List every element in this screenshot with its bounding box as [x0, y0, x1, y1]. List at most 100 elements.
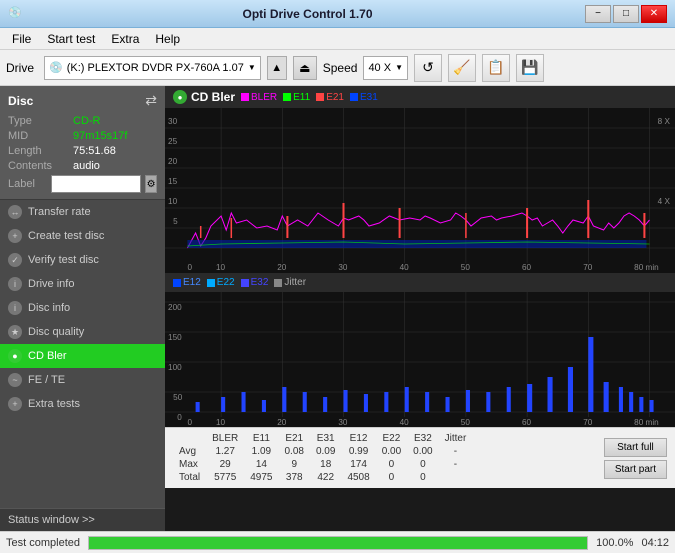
- svg-text:70: 70: [583, 263, 593, 272]
- progress-bar: [89, 537, 587, 549]
- legend-e21: E21: [316, 92, 344, 103]
- svg-text:0: 0: [187, 263, 192, 272]
- avg-bler: 1.27: [206, 445, 244, 458]
- disc-type-label: Type: [8, 115, 73, 127]
- stats-row-avg: Avg 1.27 1.09 0.08 0.09 0.99 0.00 0.00 -: [173, 445, 472, 458]
- legend-e22-label: E22: [217, 277, 235, 288]
- sidebar-item-verify-test-disc[interactable]: ✓ Verify test disc: [0, 248, 165, 272]
- sidebar-item-fe-te[interactable]: ~ FE / TE: [0, 368, 165, 392]
- svg-text:150: 150: [168, 333, 182, 342]
- stats-buttons: Start full Start part: [604, 438, 667, 479]
- avg-e32: 0.00: [407, 445, 438, 458]
- disc-type-row: Type CD-R: [8, 115, 157, 127]
- svg-text:0: 0: [187, 418, 192, 427]
- disc-length-value: 75:51.68: [73, 145, 116, 157]
- status-window-button[interactable]: Status window >>: [0, 508, 165, 531]
- svg-text:8 X: 8 X: [658, 117, 671, 126]
- avg-e21: 0.08: [279, 445, 310, 458]
- menu-extra[interactable]: Extra: [103, 30, 147, 48]
- max-e12: 174: [341, 458, 375, 471]
- svg-text:10: 10: [216, 418, 226, 427]
- maximize-button[interactable]: □: [613, 5, 639, 23]
- col-e12: E12: [341, 432, 375, 445]
- total-e32: 0: [407, 471, 438, 484]
- sidebar-item-label: Extra tests: [28, 398, 80, 410]
- speed-label: Speed: [323, 61, 358, 75]
- disc-label-input[interactable]: [51, 175, 141, 193]
- legend-bler-label: BLER: [251, 92, 277, 103]
- legend-e21-label: E21: [326, 92, 344, 103]
- disc-panel: Disc ⇄ Type CD-R MID 97m15s17f Length 75…: [0, 86, 165, 200]
- copy-button[interactable]: 📋: [482, 54, 510, 82]
- drive-selector[interactable]: 💿 (K:) PLEXTOR DVDR PX-760A 1.07 ▼: [44, 56, 261, 80]
- disc-type-value: CD-R: [73, 115, 101, 127]
- col-e22: E22: [376, 432, 407, 445]
- svg-text:50: 50: [461, 418, 471, 427]
- disc-arrows-icon[interactable]: ⇄: [145, 92, 157, 109]
- drive-info-icon: i: [8, 277, 22, 291]
- col-bler: BLER: [206, 432, 244, 445]
- menubar: File Start test Extra Help: [0, 28, 675, 50]
- start-full-button[interactable]: Start full: [604, 438, 667, 457]
- app-icon: 💿: [8, 6, 24, 22]
- main-layout: Disc ⇄ Type CD-R MID 97m15s17f Length 75…: [0, 86, 675, 531]
- chevron-down-icon-speed: ▼: [395, 63, 403, 72]
- avg-e11: 1.09: [244, 445, 278, 458]
- menu-start-test[interactable]: Start test: [39, 30, 103, 48]
- svg-text:20: 20: [277, 418, 287, 427]
- label-settings-button[interactable]: ⚙: [145, 175, 157, 193]
- speed-selector[interactable]: 40 X ▼: [363, 56, 408, 80]
- max-e22: 0: [376, 458, 407, 471]
- svg-text:5: 5: [173, 217, 178, 226]
- clear-button[interactable]: 🧹: [448, 54, 476, 82]
- legend-bler-color: [241, 93, 249, 101]
- window-controls: − □ ✕: [585, 5, 667, 23]
- total-jitter: [439, 471, 473, 484]
- svg-text:20: 20: [168, 157, 178, 166]
- menu-file[interactable]: File: [4, 30, 39, 48]
- save-button[interactable]: 💾: [516, 54, 544, 82]
- eject-button[interactable]: ⏏: [293, 56, 317, 80]
- disc-contents-label: Contents: [8, 160, 73, 172]
- sidebar-item-label: Verify test disc: [28, 254, 99, 266]
- row-avg-label: Avg: [173, 445, 206, 458]
- row-max-label: Max: [173, 458, 206, 471]
- sidebar-item-create-test-disc[interactable]: + Create test disc: [0, 224, 165, 248]
- legend-bler: BLER: [241, 92, 277, 103]
- disc-mid-value: 97m15s17f: [73, 130, 127, 142]
- col-e31: E31: [310, 432, 341, 445]
- minimize-button[interactable]: −: [585, 5, 611, 23]
- sidebar-item-disc-info[interactable]: i Disc info: [0, 296, 165, 320]
- transfer-rate-icon: ↔: [8, 205, 22, 219]
- svg-text:30: 30: [338, 418, 348, 427]
- legend-jitter: Jitter: [274, 277, 306, 288]
- disc-mid-label: MID: [8, 130, 73, 142]
- sidebar-item-drive-info[interactable]: i Drive info: [0, 272, 165, 296]
- refresh-button[interactable]: ↺: [414, 54, 442, 82]
- svg-text:4 X: 4 X: [658, 197, 671, 206]
- svg-text:40: 40: [400, 418, 410, 427]
- window-title: Opti Drive Control 1.70: [30, 7, 585, 21]
- col-e11: E11: [244, 432, 278, 445]
- legend-e12-color: [173, 279, 181, 287]
- sidebar-item-transfer-rate[interactable]: ↔ Transfer rate: [0, 200, 165, 224]
- legend-e11-color: [283, 93, 291, 101]
- chart-top: 30 25 20 15 10 5 8 X 4 X 0 10 20 30 40 5…: [165, 108, 675, 273]
- disc-header: Disc ⇄: [8, 92, 157, 109]
- sidebar-item-extra-tests[interactable]: + Extra tests: [0, 392, 165, 416]
- verify-disc-icon: ✓: [8, 253, 22, 267]
- row-total-label: Total: [173, 471, 206, 484]
- menu-help[interactable]: Help: [147, 30, 188, 48]
- stats-row-total: Total 5775 4975 378 422 4508 0 0: [173, 471, 472, 484]
- start-part-button[interactable]: Start part: [604, 460, 667, 479]
- max-bler: 29: [206, 458, 244, 471]
- progress-text: 100.0%: [596, 537, 633, 549]
- drive-up-button[interactable]: ▲: [267, 56, 287, 80]
- legend-e31-color: [350, 93, 358, 101]
- sidebar-item-cd-bler[interactable]: ● CD Bler: [0, 344, 165, 368]
- disc-contents-row: Contents audio: [8, 160, 157, 172]
- sidebar-item-disc-quality[interactable]: ★ Disc quality: [0, 320, 165, 344]
- close-button[interactable]: ✕: [641, 5, 667, 23]
- col-jitter: Jitter: [439, 432, 473, 445]
- chart-top-svg: 30 25 20 15 10 5 8 X 4 X 0 10 20 30 40 5…: [165, 108, 675, 273]
